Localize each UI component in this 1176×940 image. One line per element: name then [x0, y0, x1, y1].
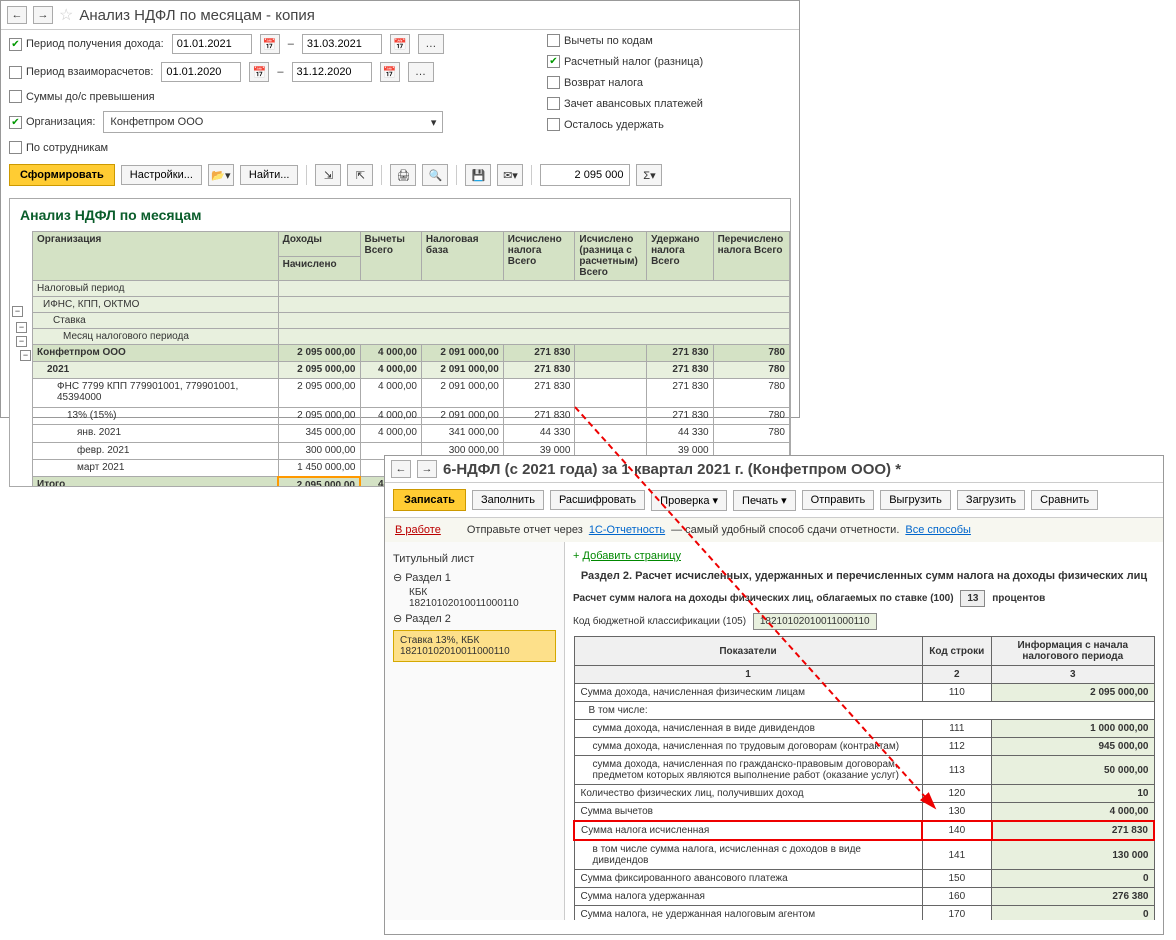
table-row[interactable]: Сумма налога удержанная160276 380 [574, 888, 1154, 906]
download-button[interactable]: Загрузить [957, 490, 1025, 510]
nav-section2[interactable]: ⊖ Раздел 2 [393, 609, 556, 628]
period-settle-check[interactable]: Период взаиморасчетов: [9, 66, 153, 79]
dropdown-icon[interactable]: ▾ [431, 116, 437, 129]
find-button[interactable]: Найти... [240, 165, 299, 185]
table-row[interactable]: в том числе сумма налога, исчисленная с … [574, 840, 1154, 870]
org-select[interactable]: Конфетпром ООО▾ [103, 111, 443, 133]
analysis-window: ← → ☆ Анализ НДФЛ по месяцам - копия Пер… [0, 0, 800, 418]
mail-icon[interactable]: ✉▾ [497, 164, 523, 186]
table-row[interactable]: сумма дохода, начисленная по трудовым до… [574, 738, 1154, 756]
titlebar: ← → ☆ Анализ НДФЛ по месяцам - копия [1, 1, 799, 30]
tree-toggle-icon[interactable]: − [20, 350, 31, 361]
form-button[interactable]: Сформировать [9, 164, 115, 186]
favorite-star-icon[interactable]: ☆ [59, 5, 73, 25]
add-page-link[interactable]: Добавить страницу [583, 550, 681, 562]
rate-value: 13 [960, 590, 985, 607]
nav-back-icon[interactable]: ← [7, 6, 27, 24]
save-icon[interactable]: 💾 [465, 164, 491, 186]
table-row[interactable]: Сумма налога, не удержанная налоговым аг… [574, 906, 1154, 921]
1c-report-link[interactable]: 1С-Отчетность [589, 524, 665, 536]
more-icon[interactable]: … [408, 62, 434, 82]
period-income-check[interactable]: Период получения дохода: [9, 38, 164, 51]
by-employee-check[interactable]: По сотрудникам [9, 141, 108, 154]
fill-button[interactable]: Заполнить [472, 490, 544, 510]
preview-icon[interactable]: 🔍 [422, 164, 448, 186]
table-row[interactable]: Количество физических лиц, получивших до… [574, 785, 1154, 803]
nav-forward-icon[interactable]: → [417, 460, 437, 478]
expand-icon[interactable]: ⇲ [315, 164, 341, 186]
table-row[interactable]: 13% (15%)2 095 000,004 000,002 091 000,0… [33, 408, 790, 425]
titlebar: ← → 6-НДФЛ (с 2021 года) за 1 квартал 20… [385, 456, 1163, 483]
folder-icon[interactable]: 📂▾ [208, 164, 234, 186]
table-row[interactable]: В том числе: [574, 702, 1154, 720]
table-row[interactable]: Сумма налога исчисленная140271 830 [574, 821, 1154, 840]
table-row[interactable]: ФНС 7799 КПП 779901001, 779901001, 45394… [33, 379, 790, 408]
form-pane: + Добавить страницу Раздел 2. Расчет исч… [565, 542, 1163, 920]
calendar-icon[interactable]: 📅 [390, 34, 410, 54]
table-row[interactable]: Конфетпром ООО2 095 000,004 000,002 091 … [33, 345, 790, 362]
table-row[interactable]: Сумма вычетов1304 000,00 [574, 803, 1154, 822]
table-row[interactable]: Сумма дохода, начисленная физическим лиц… [574, 684, 1154, 702]
form-table: Показатели Код строки Информация с начал… [573, 636, 1155, 920]
upload-button[interactable]: Выгрузить [880, 490, 951, 510]
table-row[interactable]: Сумма фиксированного авансового платежа1… [574, 870, 1154, 888]
sigma-icon[interactable]: Σ▾ [636, 164, 662, 186]
print-button[interactable]: Печать ▾ [733, 490, 796, 511]
calc-tax-check[interactable]: Расчетный налог (разница) [547, 55, 703, 68]
save-button[interactable]: Записать [393, 489, 466, 511]
compare-button[interactable]: Сравнить [1031, 490, 1098, 510]
period-settle-to[interactable] [292, 62, 372, 82]
sums-check[interactable]: Суммы до/с превышения [9, 90, 155, 103]
period-income-from[interactable] [172, 34, 252, 54]
decode-button[interactable]: Расшифровать [550, 490, 645, 510]
kbk-value: 18210102010011000110 [753, 613, 877, 630]
table-row[interactable]: сумма дохода, начисленная в виде дивиден… [574, 720, 1154, 738]
table-row[interactable]: сумма дохода, начисленная по гражданско-… [574, 756, 1154, 785]
window-title: 6-НДФЛ (с 2021 года) за 1 квартал 2021 г… [443, 461, 901, 478]
nav-title-page[interactable]: Титульный лист [393, 550, 556, 568]
window-title: Анализ НДФЛ по месяцам - копия [79, 7, 315, 24]
nav-back-icon[interactable]: ← [391, 460, 411, 478]
send-button[interactable]: Отправить [802, 490, 875, 510]
report-area: Анализ НДФЛ по месяцам − − − − Организац… [9, 198, 791, 487]
calendar-icon[interactable]: 📅 [249, 62, 269, 82]
calendar-icon[interactable]: 📅 [260, 34, 280, 54]
report-title: Анализ НДФЛ по месяцам [10, 199, 790, 231]
table-row[interactable]: 20212 095 000,004 000,002 091 000,00271 … [33, 362, 790, 379]
deduct-codes-check[interactable]: Вычеты по кодам [547, 34, 653, 47]
sum-input[interactable] [540, 164, 630, 186]
tree-toggle-icon[interactable]: − [16, 336, 27, 347]
remain-withhold-check[interactable]: Осталось удержать [547, 118, 664, 131]
collapse-icon[interactable]: ⇱ [347, 164, 373, 186]
more-icon[interactable]: … [418, 34, 444, 54]
check-button[interactable]: Проверка ▾ [651, 490, 727, 511]
tree-toggle-icon[interactable]: − [12, 306, 23, 317]
period-settle-from[interactable] [161, 62, 241, 82]
form-6ndfl-window: ← → 6-НДФЛ (с 2021 года) за 1 квартал 20… [384, 455, 1164, 935]
settings-button[interactable]: Настройки... [121, 165, 202, 185]
nav-forward-icon[interactable]: → [33, 6, 53, 24]
org-check[interactable]: Организация: [9, 116, 95, 129]
calendar-icon[interactable]: 📅 [380, 62, 400, 82]
all-ways-link[interactable]: Все способы [905, 524, 971, 536]
print-icon[interactable]: 🖨 [390, 164, 416, 186]
tax-return-check[interactable]: Возврат налога [547, 76, 643, 89]
section-title: Раздел 2. Расчет исчисленных, удержанных… [573, 570, 1155, 582]
nav-pane: Титульный лист ⊖ Раздел 1 КБК 1821010201… [385, 542, 565, 920]
report-table: Организация Доходы Вычеты Всего Налогова… [32, 231, 790, 487]
status-link[interactable]: В работе [395, 524, 441, 536]
nav-active-item[interactable]: Ставка 13%, КБК 18210102010011000110 [393, 630, 556, 662]
tree-toggle-icon[interactable]: − [16, 322, 27, 333]
period-income-to[interactable] [302, 34, 382, 54]
advance-offset-check[interactable]: Зачет авансовых платежей [547, 97, 703, 110]
nav-section1[interactable]: ⊖ Раздел 1 [393, 568, 556, 587]
table-row[interactable]: янв. 2021345 000,004 000,00341 000,0044 … [33, 425, 790, 442]
status-banner: В работе Отправьте отчет через 1С-Отчетн… [385, 518, 1163, 542]
